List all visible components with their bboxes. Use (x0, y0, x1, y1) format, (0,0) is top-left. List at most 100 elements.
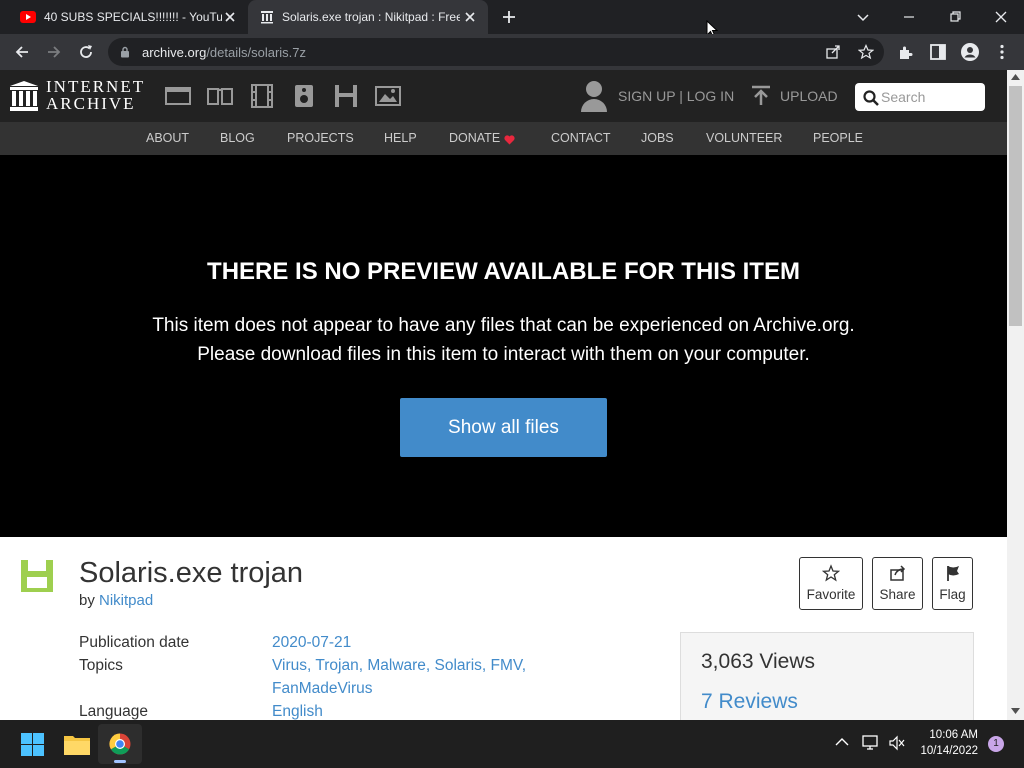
chrome-taskbar-button[interactable] (98, 724, 142, 764)
topics-value[interactable]: Virus, Trojan, Malware, Solaris, FMV, (272, 657, 526, 675)
page-scrollbar[interactable] (1007, 70, 1024, 720)
share-label: Share (879, 587, 916, 602)
scrollbar-thumb[interactable] (1009, 86, 1022, 326)
no-preview-theater: THERE IS NO PREVIEW AVAILABLE FOR THIS I… (0, 155, 1007, 537)
nav-donate[interactable]: DONATE (449, 131, 500, 145)
reviews-link[interactable]: 7 Reviews (701, 690, 798, 714)
tab-youtube[interactable]: 40 SUBS SPECIALS!!!!!!! - YouTube (8, 0, 248, 34)
heart-icon (504, 135, 515, 145)
restore-icon[interactable] (943, 5, 967, 29)
minimize-icon[interactable] (897, 5, 921, 29)
forward-icon[interactable] (44, 42, 64, 62)
share-button[interactable]: Share (872, 557, 923, 610)
creator-link[interactable]: Nikitpad (99, 592, 153, 609)
page-viewport: INTERNET ARCHIVE SIGN UP | LOG IN UPLOAD … (0, 70, 1007, 720)
tab-archive[interactable]: Solaris.exe trojan : Nikitpad : Free Dow… (248, 0, 488, 34)
profile-icon[interactable] (960, 42, 980, 62)
logo-line2: ARCHIVE (46, 94, 136, 113)
images-icon[interactable] (375, 84, 401, 108)
web-icon[interactable] (165, 84, 191, 108)
upload-link[interactable]: UPLOAD (780, 88, 838, 104)
audio-icon[interactable] (291, 84, 317, 108)
url-host: archive.org (142, 45, 207, 60)
stats-box: 3,063 Views 7 Reviews (680, 632, 974, 720)
upload-icon[interactable] (750, 85, 772, 107)
search-input[interactable]: Search (855, 83, 985, 111)
extensions-icon[interactable] (896, 42, 916, 62)
video-icon[interactable] (249, 84, 275, 108)
browser-toolbar: archive.org/details/solaris.7z (0, 34, 1024, 70)
no-preview-message-line2: Please download files in this item to in… (197, 344, 810, 365)
texts-icon[interactable] (207, 84, 233, 108)
volume-muted-icon[interactable] (888, 735, 906, 751)
tab-strip: 40 SUBS SPECIALS!!!!!!! - YouTube Solari… (0, 0, 1024, 38)
network-icon[interactable] (862, 735, 880, 751)
back-icon[interactable] (12, 42, 32, 62)
software-icon[interactable] (333, 84, 359, 108)
notification-badge[interactable]: 1 (988, 736, 1004, 752)
ia-secondary-nav: ABOUT BLOG PROJECTS HELP DONATE CONTACT … (0, 122, 1007, 155)
search-icon (863, 90, 879, 106)
address-bar[interactable]: archive.org/details/solaris.7z (108, 38, 884, 66)
metadata-key: Publication date (79, 634, 190, 651)
flag-label: Flag (939, 587, 966, 602)
archive-icon (261, 11, 273, 24)
close-tab-icon[interactable] (222, 9, 238, 25)
item-title: Solaris.exe trojan (79, 557, 304, 589)
nav-projects[interactable]: PROJECTS (287, 131, 354, 145)
nav-help[interactable]: HELP (384, 131, 417, 145)
ia-logo-text[interactable]: INTERNET ARCHIVE (46, 78, 145, 112)
ia-top-nav: INTERNET ARCHIVE SIGN UP | LOG IN UPLOAD … (0, 70, 1007, 122)
close-window-icon[interactable] (989, 5, 1013, 29)
floppy-disk-icon (21, 560, 53, 592)
tab-title: Solaris.exe trojan : Nikitpad : Free Dow… (282, 10, 460, 24)
clock-time[interactable]: 10:06 AM (918, 729, 978, 741)
publication-date-value[interactable]: 2020-07-21 (272, 634, 351, 652)
item-byline: by Nikitpad (79, 592, 153, 609)
language-value[interactable]: English (272, 703, 323, 720)
chrome-icon (109, 733, 131, 755)
clock-date[interactable]: 10/14/2022 (910, 745, 978, 757)
bookmark-star-icon[interactable] (858, 44, 874, 60)
star-icon (822, 564, 840, 582)
user-avatar-icon[interactable] (580, 80, 608, 112)
search-placeholder: Search (881, 89, 926, 105)
reload-icon[interactable] (76, 42, 96, 62)
signup-login-link[interactable]: SIGN UP | LOG IN (618, 88, 734, 104)
side-panel-icon[interactable] (928, 42, 948, 62)
youtube-icon (20, 11, 36, 23)
topics-value[interactable]: FanMadeVirus (272, 680, 373, 698)
url-text: archive.org/details/solaris.7z (142, 45, 306, 60)
new-tab-icon[interactable] (499, 7, 519, 27)
ia-logo-icon[interactable] (10, 81, 38, 111)
tab-search-chevron-icon[interactable] (851, 5, 875, 29)
share-page-icon[interactable] (825, 44, 841, 60)
nav-blog[interactable]: BLOG (220, 131, 255, 145)
no-preview-heading: THERE IS NO PREVIEW AVAILABLE FOR THIS I… (207, 258, 800, 285)
view-count: 3,063 Views (701, 650, 816, 673)
nav-contact[interactable]: CONTACT (551, 131, 611, 145)
windows-start-icon[interactable] (21, 733, 44, 756)
nav-people[interactable]: PEOPLE (813, 131, 863, 145)
favorite-button[interactable]: Favorite (799, 557, 863, 610)
file-explorer-icon[interactable] (64, 733, 90, 755)
logo-line1: INTERNET (46, 77, 146, 96)
scroll-down-icon[interactable] (1011, 708, 1020, 714)
flag-button[interactable]: Flag (932, 557, 973, 610)
nav-about[interactable]: ABOUT (146, 131, 189, 145)
menu-kebab-icon[interactable] (992, 42, 1012, 62)
show-all-files-button[interactable]: Show all files (400, 398, 607, 457)
close-tab-icon[interactable] (462, 9, 478, 25)
nav-jobs[interactable]: JOBS (641, 131, 674, 145)
share-icon (889, 565, 905, 581)
nav-volunteer[interactable]: VOLUNTEER (706, 131, 782, 145)
windows-taskbar (0, 720, 1024, 768)
no-preview-message-line1: This item does not appear to have any fi… (152, 315, 855, 336)
favorite-label: Favorite (806, 587, 856, 602)
tab-title: 40 SUBS SPECIALS!!!!!!! - YouTube (44, 10, 222, 24)
scroll-up-icon[interactable] (1011, 74, 1020, 80)
by-prefix: by (79, 592, 95, 609)
tray-overflow-chevron-icon[interactable] (835, 737, 849, 747)
metadata-key: Language (79, 703, 148, 720)
active-app-indicator (114, 760, 126, 763)
